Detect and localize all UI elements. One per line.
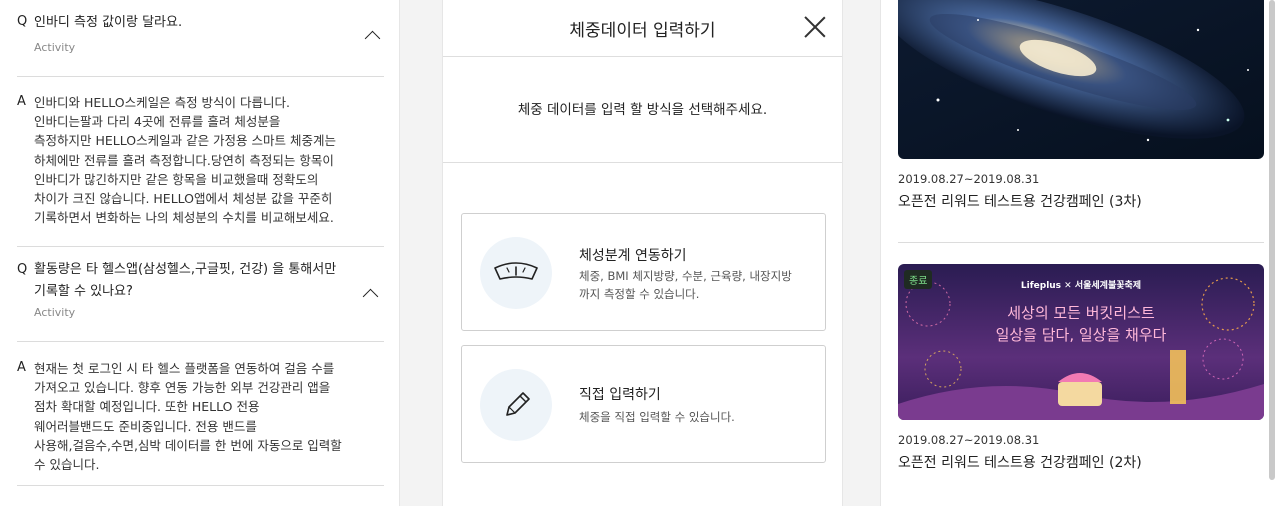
answer-line: 가져오고 있습니다. 향후 연동 가능한 외부 건강관리 앱을: [34, 380, 331, 396]
modal-header: 체중데이터 입력하기: [443, 0, 842, 57]
question-line: 활동량은 타 헬스앱(삼성헬스,구글핏, 건강) 을 통해서만: [34, 262, 337, 277]
answer-line: 측정하지만 HELLO스케일과 같은 가정용 스마트 체중계는: [34, 133, 336, 149]
campaign-date: 2019.08.27~2019.08.31: [898, 172, 1040, 186]
option-description-line: 체중을 직접 입력할 수 있습니다.: [579, 410, 735, 424]
faq-divider: [17, 341, 384, 342]
campaign-card[interactable]: 2019.08.27~2019.08.31 오픈전 리워드 테스트용 건강캠페인…: [881, 0, 1280, 242]
question-category: Activity: [34, 41, 76, 54]
faq-answer-2: A 현재는 첫 로그인 시 타 헬스 플랫폼을 연동하여 걸음 수를 가져오고 …: [0, 359, 399, 479]
answer-line: 하체에만 전류를 흘려 측정합니다.당연히 측정되는 항목이: [34, 152, 334, 168]
option-description-line: 까지 측정할 수 있습니다.: [579, 287, 700, 301]
option-title: 직접 입력하기: [579, 387, 661, 403]
faq-panel: Q 인바디 측정 값이랑 달라요. Activity A 인바디와 HELLO스…: [0, 0, 400, 506]
answer-line: 인바디가 많긴하지만 같은 항목을 비교했을때 정확도의: [34, 171, 319, 187]
festival-banner-image: 종료 Lifeplus ✕ 서울세계불꽃축제 세상의 모든 버킷리스트 일상을 …: [898, 264, 1264, 420]
modal-instruction: 체중 데이터를 입력 할 방식을 선택해주세요.: [517, 102, 768, 118]
question-line: 기록할 수 있나요?: [34, 284, 133, 299]
faq-question-2[interactable]: Q 활동량은 타 헬스앱(삼성헬스,구글핏, 건강) 을 통해서만 기록할 수 …: [0, 247, 399, 341]
galaxy-image-svg: [898, 0, 1264, 159]
question-text: 활동량은 타 헬스앱(삼성헬스,구글핏, 건강) 을 통해서만 기록할 수 있나…: [34, 259, 354, 303]
option-description: 체중, BMI 체지방량, 수분, 근육량, 내장지방 까지 측정할 수 있습니…: [579, 267, 814, 303]
chevron-up-icon[interactable]: [365, 28, 379, 42]
answer-line: 차이가 크진 않습니다. HELLO앱에서 체성분 값을 꾸준히: [34, 191, 333, 207]
scale-icon: [480, 237, 552, 309]
banner-brand: Lifeplus ✕ 서울세계불꽃축제: [1020, 281, 1142, 291]
answer-mark: A: [17, 94, 26, 109]
answer-line: 현재는 첫 로그인 시 타 헬스 플랫폼을 연동하여 걸음 수를: [34, 361, 335, 376]
pencil-icon-svg: [506, 392, 530, 416]
campaign-title: 오픈전 리워드 테스트용 건강캠페인 (2차): [898, 455, 1142, 471]
answer-line: 인바디와 HELLO스케일은 측정 방식이 다릅니다.: [34, 95, 290, 110]
question-text: 인바디 측정 값이랑 달라요.: [34, 15, 183, 30]
faq-answer-1: A 인바디와 HELLO스케일은 측정 방식이 다릅니다. 인바디는팔과 다리 …: [0, 93, 399, 233]
question-mark: Q: [17, 262, 28, 277]
modal-divider: [443, 162, 842, 163]
option-title: 체성분계 연동하기: [579, 248, 687, 264]
question-category: Activity: [34, 306, 76, 319]
banner-headline: 세상의 모든 버킷리스트: [1007, 304, 1155, 322]
option-scale-sync[interactable]: 체성분계 연동하기 체중, BMI 체지방량, 수분, 근육량, 내장지방 까지…: [461, 213, 826, 331]
modal-title: 체중데이터 입력하기: [569, 21, 716, 41]
campaign-divider: [898, 242, 1264, 243]
option-description: 체중을 직접 입력할 수 있습니다.: [579, 408, 814, 426]
option-manual-input[interactable]: 직접 입력하기 체중을 직접 입력할 수 있습니다.: [461, 345, 826, 463]
campaign-date: 2019.08.27~2019.08.31: [898, 433, 1040, 447]
answer-line: 인바디는팔과 다리 4곳에 전류를 흘려 체성분을: [34, 114, 281, 130]
scrollbar[interactable]: [1269, 0, 1275, 506]
answer-line: 기록하면서 변화하는 나의 체성분의 수치를 비교해보세요.: [34, 210, 334, 226]
campaign-list-panel: 2019.08.27~2019.08.31 오픈전 리워드 테스트용 건강캠페인…: [880, 0, 1280, 506]
weight-input-modal: 체중데이터 입력하기 체중 데이터를 입력 할 방식을 선택해주세요. 체성분계…: [442, 0, 843, 506]
faq-divider: [17, 485, 384, 486]
answer-text: 인바디와 HELLO스케일은 측정 방식이 다릅니다. 인바디는팔과 다리 4곳…: [34, 93, 369, 227]
answer-mark: A: [17, 360, 26, 375]
chevron-up-icon[interactable]: [363, 286, 377, 300]
answer-line: 웨어러블밴드도 준비중입니다. 전용 밴드를: [34, 418, 257, 434]
scale-icon-svg: [494, 262, 538, 280]
option-description-line: 체중, BMI 체지방량, 수분, 근육량, 내장지방: [579, 269, 792, 283]
campaign-card[interactable]: 종료 Lifeplus ✕ 서울세계불꽃축제 세상의 모든 버킷리스트 일상을 …: [881, 264, 1280, 506]
answer-line: 사용해,걸음수,수면,심박 데이터를 한 번에 자동으로 입력할: [34, 437, 342, 453]
answer-line: 점차 확대할 예정입니다. 또한 HELLO 전용: [34, 399, 260, 415]
answer-line: 수 있습니다.: [34, 457, 100, 473]
question-mark: Q: [17, 14, 28, 29]
campaign-title: 오픈전 리워드 테스트용 건강캠페인 (3차): [898, 194, 1142, 210]
answer-text: 현재는 첫 로그인 시 타 헬스 플랫폼을 연동하여 걸음 수를 가져오고 있습…: [34, 359, 369, 474]
faq-question-1[interactable]: Q 인바디 측정 값이랑 달라요. Activity: [0, 0, 399, 76]
faq-divider: [17, 76, 384, 77]
pencil-icon: [480, 369, 552, 441]
galaxy-image: [898, 0, 1264, 159]
scrollbar-thumb[interactable]: [1269, 0, 1275, 480]
banner-subheadline: 일상을 담다, 일상을 채우다: [995, 326, 1167, 344]
close-icon[interactable]: [804, 16, 826, 38]
